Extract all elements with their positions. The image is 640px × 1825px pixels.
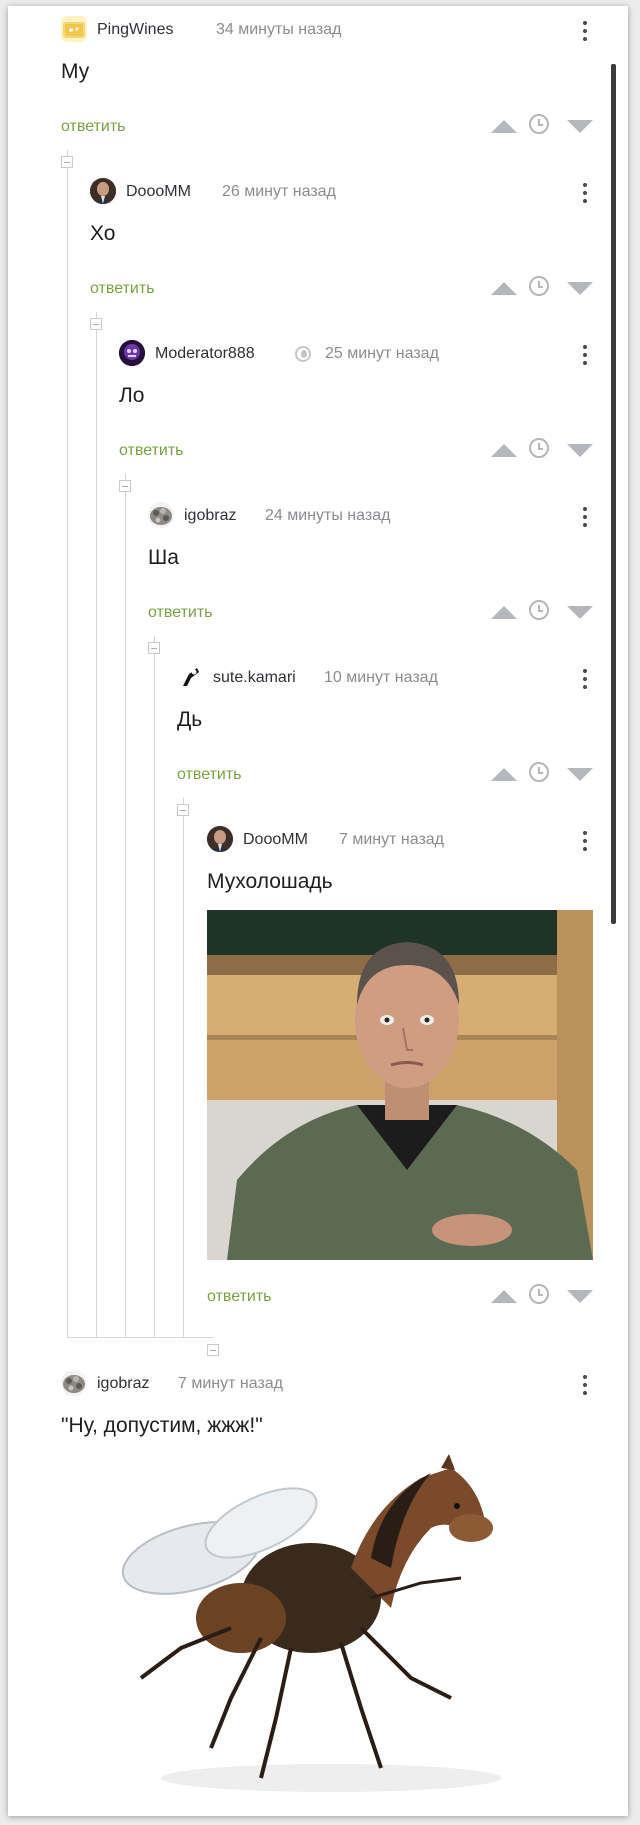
comment-text: "Ну, допустим, жжж!" — [61, 1414, 263, 1437]
arrow-down-icon[interactable] — [567, 1290, 593, 1303]
comment: Moderator888 25 минут назад Ло ответить — [119, 338, 593, 478]
comment-text: Ло — [119, 384, 145, 407]
reply-link[interactable]: ответить — [61, 118, 126, 136]
more-vertical-icon[interactable] — [577, 342, 593, 368]
arrow-down-icon[interactable] — [567, 444, 593, 457]
comment-text: Хо — [90, 222, 116, 245]
arrow-up-icon[interactable] — [491, 1290, 517, 1303]
comment-author[interactable]: PingWines — [97, 21, 173, 39]
arrow-down-icon[interactable] — [567, 282, 593, 295]
comment-text: Ша — [148, 546, 179, 569]
arrow-down-icon[interactable] — [567, 120, 593, 133]
comment-image[interactable] — [207, 910, 593, 1260]
more-vertical-icon[interactable] — [577, 828, 593, 854]
comment: DoooMM 7 минут назад Мухолошадь ответить — [207, 824, 593, 1324]
comment-time[interactable]: 34 минуты назад — [216, 21, 341, 39]
collapse-minus-icon[interactable] — [90, 318, 102, 330]
collapse-minus-icon[interactable] — [207, 1344, 219, 1356]
comment-time[interactable]: 25 минут назад — [325, 345, 439, 363]
comment-image[interactable] — [61, 1448, 581, 1808]
comment-header: igobraz 24 минуты назад — [148, 500, 593, 530]
avatar[interactable] — [207, 826, 233, 852]
clock-icon[interactable] — [529, 276, 549, 296]
arrow-up-icon[interactable] — [491, 444, 517, 457]
avatar[interactable] — [119, 340, 145, 366]
arrow-up-icon[interactable] — [491, 120, 517, 133]
avatar[interactable] — [61, 1370, 87, 1396]
reply-link[interactable]: ответить — [148, 604, 213, 622]
comment-header: igobraz 7 минут назад — [61, 1368, 593, 1398]
avatar[interactable] — [90, 178, 116, 204]
comment-author[interactable]: DoooMM — [243, 831, 308, 849]
comment-time[interactable]: 26 минут назад — [222, 183, 336, 201]
collapse-minus-icon[interactable] — [119, 480, 131, 492]
collapse-minus-icon[interactable] — [177, 804, 189, 816]
clock-icon[interactable] — [529, 1284, 549, 1304]
arrow-down-icon[interactable] — [567, 768, 593, 781]
thread-line — [154, 636, 155, 1337]
comment: PingWines 34 минуты назад Му ответить — [61, 14, 593, 154]
comment-author[interactable]: Moderator888 — [155, 345, 255, 363]
more-vertical-icon[interactable] — [577, 18, 593, 44]
comment: DoooMM 26 минут назад Хо ответить — [90, 176, 593, 316]
comment-author[interactable]: igobraz — [184, 507, 236, 525]
comment-header: DoooMM 7 минут назад — [207, 824, 593, 854]
avatar[interactable] — [148, 502, 174, 528]
arrow-down-icon[interactable] — [567, 606, 593, 619]
clock-icon[interactable] — [529, 600, 549, 620]
arrow-up-icon[interactable] — [491, 606, 517, 619]
comment-header: Moderator888 25 минут назад — [119, 338, 593, 368]
more-vertical-icon[interactable] — [577, 666, 593, 692]
comment-text: Дь — [177, 708, 203, 731]
comment-text: Мухолошадь — [207, 870, 333, 893]
avatar[interactable] — [61, 16, 87, 42]
badge-icon — [295, 346, 311, 362]
thread-line — [125, 474, 126, 1337]
thread-line — [67, 150, 68, 1337]
comment: igobraz 7 минут назад "Ну, допустим, жжж… — [61, 1368, 593, 1808]
collapse-minus-icon[interactable] — [148, 642, 160, 654]
more-vertical-icon[interactable] — [577, 180, 593, 206]
comment: igobraz 24 минуты назад Ша ответить — [148, 500, 593, 640]
thread-line — [67, 1337, 213, 1338]
reply-link[interactable]: ответить — [119, 442, 184, 460]
thread-line — [183, 798, 184, 1337]
thread-line — [96, 312, 97, 1337]
comment-time[interactable]: 24 минуты назад — [265, 507, 390, 525]
arrow-up-icon[interactable] — [491, 768, 517, 781]
comment-time[interactable]: 7 минут назад — [178, 1375, 283, 1393]
vote-controls — [491, 438, 593, 462]
comment-time[interactable]: 7 минут назад — [339, 831, 444, 849]
avatar[interactable] — [177, 664, 203, 690]
arrow-up-icon[interactable] — [491, 282, 517, 295]
reply-link[interactable]: ответить — [177, 766, 242, 784]
vote-controls — [491, 762, 593, 786]
comment-header: DoooMM 26 минут назад — [90, 176, 593, 206]
vote-controls — [491, 600, 593, 624]
scrollbar[interactable] — [611, 64, 616, 924]
comment-header: sute.kamari 10 минут назад — [177, 662, 593, 692]
comment: sute.kamari 10 минут назад Дь ответить — [177, 662, 593, 802]
vote-controls — [491, 114, 593, 138]
comments-thread: PingWines 34 минуты назад Му ответить Do… — [8, 6, 628, 1816]
clock-icon[interactable] — [529, 762, 549, 782]
reply-link[interactable]: ответить — [90, 280, 155, 298]
clock-icon[interactable] — [529, 114, 549, 134]
vote-controls — [491, 1284, 593, 1308]
comment-text: Му — [61, 60, 90, 83]
more-vertical-icon[interactable] — [577, 1372, 593, 1398]
comment-author[interactable]: DoooMM — [126, 183, 191, 201]
comment-author[interactable]: igobraz — [97, 1375, 149, 1393]
more-vertical-icon[interactable] — [577, 504, 593, 530]
reply-link[interactable]: ответить — [207, 1288, 272, 1306]
clock-icon[interactable] — [529, 438, 549, 458]
comment-header: PingWines 34 минуты назад — [61, 14, 593, 44]
comment-author[interactable]: sute.kamari — [213, 669, 296, 687]
comment-time[interactable]: 10 минут назад — [324, 669, 438, 687]
vote-controls — [491, 276, 593, 300]
collapse-minus-icon[interactable] — [61, 156, 73, 168]
